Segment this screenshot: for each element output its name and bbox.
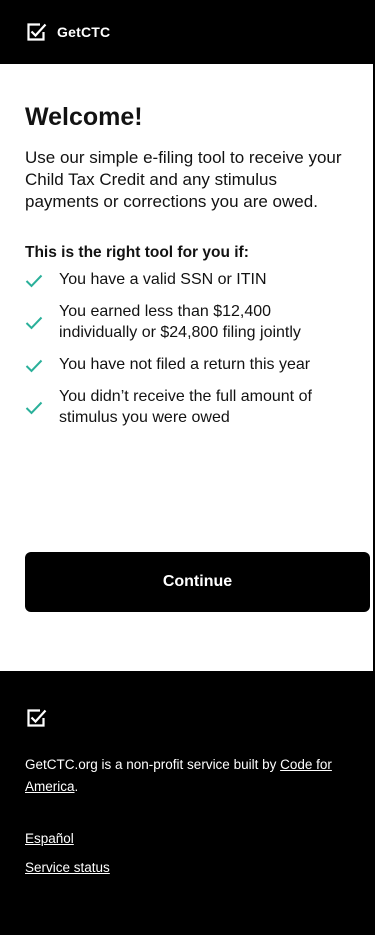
footer-about-suffix: . [74,779,79,794]
site-header: GetCTC [0,0,375,64]
continue-button[interactable]: Continue [25,552,370,612]
criteria-text: You have a valid SSN or ITIN [59,271,267,288]
criteria-heading: This is the right tool for you if: [25,244,249,261]
checkmark-icon [25,274,43,287]
checkmark-icon [25,401,43,415]
criteria-text: You earned less than $12,400 individuall… [59,303,301,341]
footer-links: Español Service status [25,830,350,877]
page-title: Welcome! [25,103,143,131]
criteria-item: You earned less than $12,400 individuall… [25,301,348,343]
brand-name[interactable]: GetCTC [57,24,110,40]
main-content: Welcome! Use our simple e-filing tool to… [0,64,373,671]
checkbox-checked-icon [27,709,47,727]
footer-about: GetCTC.org is a non-profit service built… [25,754,350,798]
checkmark-icon [25,359,43,372]
checkmark-icon [25,316,43,330]
criteria-item: You have a valid SSN or ITIN [25,269,348,290]
app-frame: GetCTC Welcome! Use our simple e-filing … [0,0,375,935]
intro-text: Use our simple e-filing tool to receive … [25,148,342,211]
footer-about-text: GetCTC.org is a non-profit service built… [25,757,281,772]
criteria-item: You didn’t receive the full amount of st… [25,386,348,428]
criteria-item: You have not filed a return this year [25,354,348,375]
criteria-text: You have not filed a return this year [59,356,311,373]
criteria-list: You have a valid SSN or ITIN You earned … [25,269,348,428]
criteria-text: You didn’t receive the full amount of st… [59,388,312,426]
language-spanish-link[interactable]: Español [25,830,350,848]
service-status-link[interactable]: Service status [25,859,350,877]
checkbox-checked-icon [27,23,47,41]
site-footer: GetCTC.org is a non-profit service built… [0,671,375,935]
